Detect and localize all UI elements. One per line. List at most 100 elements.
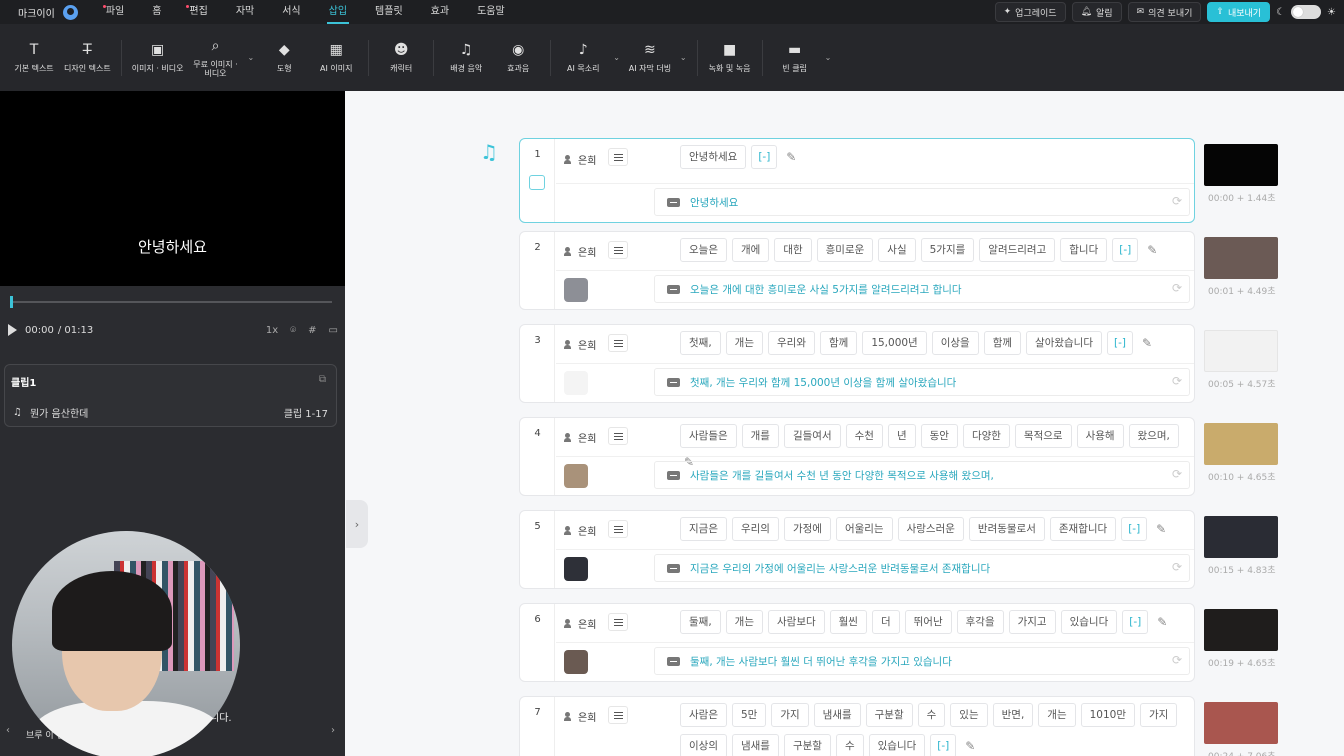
word-chip[interactable]: 길들여서	[783, 424, 841, 448]
menu-item-1[interactable]: 홈	[138, 0, 175, 24]
word-chip[interactable]: 살아왔습니다	[1026, 331, 1102, 355]
word-chip[interactable]: 사람은	[680, 703, 727, 727]
word-chip[interactable]: 수천	[845, 424, 883, 448]
word-chip[interactable]: 사람보다	[768, 610, 825, 634]
word-chip[interactable]: 훨씬	[829, 610, 867, 634]
account-icon[interactable]	[62, 4, 78, 20]
tool-ai-dubbing[interactable]: ≋ AI 자막 더빙	[624, 28, 676, 88]
menu-item-3[interactable]: 자막	[222, 0, 268, 24]
word-chip[interactable]: 냄새를	[731, 734, 779, 756]
word-chip[interactable]: 있습니다	[1060, 610, 1118, 634]
word-chip[interactable]: 있는	[950, 703, 988, 727]
word-chip[interactable]: 안녕하세요	[680, 145, 747, 169]
word-chip[interactable]: 구분할	[783, 734, 831, 756]
word-chip[interactable]: 반려동물로서	[968, 517, 1045, 541]
menu-item-2[interactable]: 편집	[175, 0, 221, 24]
word-chip[interactable]: 있습니다	[868, 734, 926, 756]
script-row[interactable]: 5 은희 지금은 우리의 가정에 어울리는 사랑스러운 반려동물로서 존재합니다 [-] ✎ 지금은 …	[519, 510, 1195, 589]
word-chip[interactable]: 대한	[774, 238, 812, 262]
subtitle-box[interactable]: 지금은 우리의 가정에 어울리는 사랑스러운 반려동물로서 존재합니다	[654, 554, 1190, 582]
word-chip[interactable]: 가지고	[1008, 610, 1056, 634]
word-chip[interactable]: 우리와	[768, 331, 815, 355]
edit-pencil-icon[interactable]: ✎	[1147, 243, 1157, 257]
word-chip[interactable]: 5가지를	[920, 238, 975, 262]
row-menu-icon[interactable]	[608, 706, 628, 724]
clip-panel[interactable]: 클립1 ⧉ ♫ 뭔가 음산한데 클립 1-17	[4, 364, 337, 427]
alarm-button[interactable]: 🔔︎ 알림	[1071, 2, 1122, 22]
word-chip[interactable]: 가지	[771, 703, 809, 727]
scene-thumbnail[interactable]	[1204, 423, 1278, 465]
upgrade-button[interactable]: ✦ 업그레이드	[994, 2, 1066, 22]
speaker-selector[interactable]: 은희	[564, 244, 596, 259]
word-chip[interactable]: 구분할	[865, 703, 913, 727]
theme-toggle[interactable]	[1291, 5, 1322, 19]
word-chip[interactable]: 이상을	[931, 331, 979, 355]
row-menu-icon[interactable]	[608, 520, 628, 538]
word-chip[interactable]: 15,000년	[862, 331, 927, 355]
word-chip[interactable]: 우리의	[731, 517, 779, 541]
regenerate-icon[interactable]: ⟳	[1172, 560, 1182, 574]
word-chip[interactable]: 사람들은	[680, 424, 737, 448]
script-row[interactable]: 3 은희 첫째, 개는 우리와 함께 15,000년 이상을 함께 살아왔습니다 [-] ✎ 첫째, 개…	[519, 324, 1195, 403]
regenerate-icon[interactable]: ⟳	[1172, 374, 1182, 388]
scene-thumbnail[interactable]	[1204, 702, 1278, 744]
tool-music[interactable]: ♫ 배경 음악	[440, 28, 492, 88]
word-chip[interactable]: 알려드리려고	[979, 238, 1056, 262]
speaker-selector[interactable]: 은희	[564, 337, 596, 352]
grid-icon[interactable]: #	[308, 325, 316, 336]
word-chip[interactable]: 흥미로운	[816, 238, 874, 262]
subtitle-box[interactable]: 안녕하세요	[654, 188, 1190, 216]
pause-chip[interactable]: [-]	[1107, 331, 1133, 355]
word-chip[interactable]: 어울리는	[835, 517, 893, 541]
clip-open-icon[interactable]: ⧉	[319, 374, 326, 385]
scene-thumbnail[interactable]	[1204, 516, 1278, 558]
tool-empty-clip[interactable]: ▬ 빈 클립	[769, 28, 821, 88]
menu-item-8[interactable]: 도움말	[463, 0, 519, 24]
video-preview[interactable]: 안녕하세요	[0, 91, 345, 286]
row-menu-icon[interactable]	[608, 241, 628, 259]
word-chip[interactable]: 수	[835, 734, 864, 756]
word-chip[interactable]: 사랑스러운	[897, 517, 964, 541]
row-menu-icon[interactable]	[608, 148, 628, 166]
pause-chip[interactable]: [-]	[1122, 610, 1149, 634]
speaker-selector[interactable]: 은희	[564, 523, 596, 538]
word-chip[interactable]: 합니다	[1060, 238, 1108, 262]
tool-sound-effect[interactable]: ◉ 효과음	[492, 28, 544, 88]
subtitle-box[interactable]: 사람들은 개를 길들여서 수천 년 동안 다양한 목적으로 사용해 왔으며,	[654, 461, 1190, 489]
tool-character[interactable]: ☻ 캐릭터	[375, 28, 427, 88]
clip-thumbnail-small[interactable]	[564, 278, 588, 302]
pause-chip[interactable]: [-]	[751, 145, 778, 169]
chevron-down-icon[interactable]: ⌄	[613, 53, 620, 62]
word-chip[interactable]: 사용해	[1076, 424, 1124, 448]
seek-bar[interactable]	[12, 301, 332, 303]
word-chip[interactable]: 목적으로	[1014, 424, 1072, 448]
word-chip[interactable]: 년	[887, 424, 916, 448]
tool-image[interactable]: ▣ 이미지 · 비디오	[128, 28, 188, 88]
word-chip[interactable]: 다양한	[962, 424, 1010, 448]
word-chip[interactable]: 첫째,	[680, 331, 721, 355]
word-chip[interactable]: 함께	[983, 331, 1022, 355]
word-chip[interactable]: 5만	[731, 703, 767, 727]
edit-pencil-icon[interactable]: ✎	[1156, 522, 1166, 536]
script-row[interactable]: 2 은희 오늘은 개에 대한 흥미로운 사실 5가지를 알려드리려고 합니다 [-] ✎ 오늘은 개에 …	[519, 231, 1195, 310]
pause-chip[interactable]: [-]	[1121, 517, 1148, 541]
speaker-selector[interactable]: 은희	[564, 709, 596, 724]
script-row[interactable]: 6 은희 둘째, 개는 사람보다 훨씬 더 뛰어난 후각을 가지고 있습니다 [-] ✎ 둘째, 개는 사…	[519, 603, 1195, 682]
clip-thumbnail-small[interactable]	[564, 650, 588, 674]
tool-record[interactable]: ■ 녹화 및 녹음	[704, 28, 756, 88]
word-chip[interactable]: 둘째,	[680, 610, 721, 634]
chevron-down-icon[interactable]: ⌄	[680, 53, 687, 62]
clip-thumbnail-small[interactable]	[564, 557, 588, 581]
word-chip[interactable]: 함께	[819, 331, 858, 355]
word-chip[interactable]: 후각을	[956, 610, 1004, 634]
speaker-selector[interactable]: 은희	[564, 152, 596, 167]
word-chip[interactable]: 개를	[741, 424, 779, 448]
play-icon[interactable]	[8, 324, 17, 336]
subtitle-icon[interactable]: ▭	[329, 325, 338, 336]
tool-shape[interactable]: ◆ 도형	[258, 28, 310, 88]
chevron-right-icon[interactable]: ›	[331, 725, 335, 736]
word-chip[interactable]: 존재합니다	[1049, 517, 1117, 541]
word-chip[interactable]: 뛰어난	[904, 610, 952, 634]
edit-pencil-icon[interactable]: ✎	[1157, 615, 1167, 629]
chevron-down-icon[interactable]: ⌄	[825, 53, 832, 62]
